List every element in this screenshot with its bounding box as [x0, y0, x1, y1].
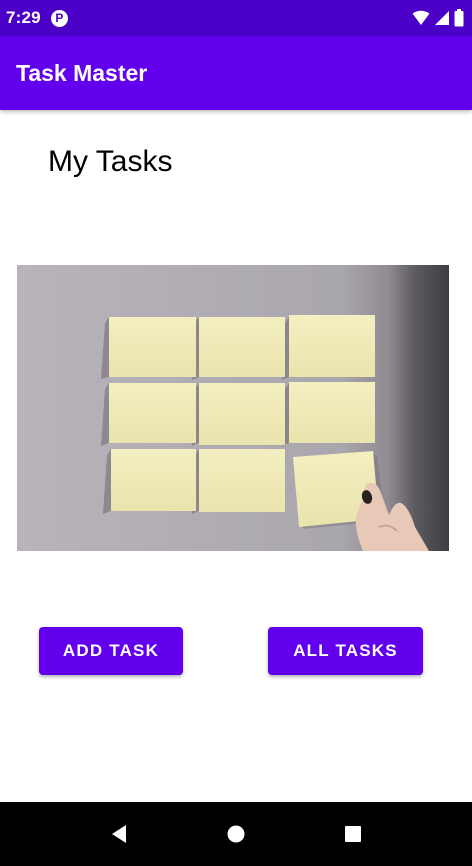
sticky-notes-photo — [17, 265, 449, 551]
recents-icon — [345, 826, 362, 842]
add-task-button[interactable]: ADD TASK — [39, 627, 183, 675]
status-time: 7:29 — [6, 8, 41, 27]
navigation-bar — [0, 802, 472, 866]
battery-icon — [454, 9, 464, 27]
status-left: 7:29 P — [6, 8, 68, 28]
app-bar: Task Master — [0, 36, 472, 110]
home-icon — [227, 825, 245, 843]
notification-app-icon: P — [50, 9, 68, 27]
page-heading: My Tasks — [48, 145, 173, 178]
home-button[interactable] — [216, 814, 256, 854]
status-right — [412, 9, 464, 27]
sticky-notes-image — [17, 265, 449, 551]
recents-button[interactable] — [333, 814, 373, 854]
back-button[interactable] — [99, 814, 139, 854]
all-tasks-button[interactable]: ALL TASKS — [268, 627, 423, 675]
back-icon — [111, 825, 126, 843]
signal-icon — [435, 11, 449, 25]
status-bar: 7:29 P — [0, 0, 472, 36]
app-title: Task Master — [16, 59, 148, 86]
wifi-icon — [412, 10, 430, 25]
